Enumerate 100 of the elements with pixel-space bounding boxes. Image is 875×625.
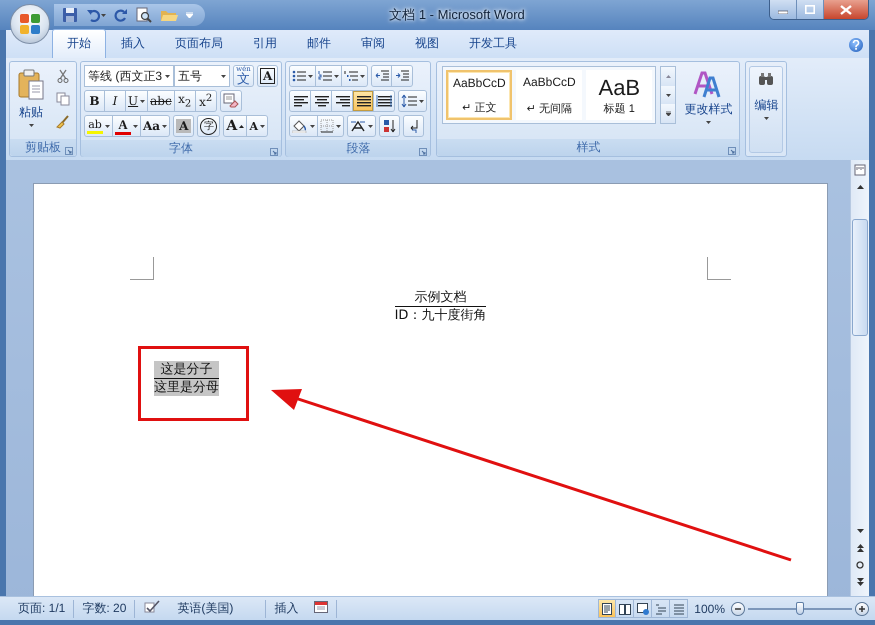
insert-mode-label[interactable]: 插入 (266, 600, 306, 617)
bullets-button[interactable] (289, 65, 316, 87)
draft-view-button[interactable] (670, 599, 688, 618)
caret-icon (368, 124, 374, 128)
scroll-thumb[interactable] (852, 219, 868, 336)
align-right-button[interactable] (332, 90, 354, 112)
character-border-button[interactable]: A (257, 65, 278, 87)
paste-button[interactable]: 粘贴 (13, 65, 49, 136)
close-icon (840, 4, 852, 14)
caret-icon (334, 74, 340, 78)
align-left-button[interactable] (289, 90, 312, 112)
font-name-field[interactable]: 等线 (西文正3 (84, 65, 174, 87)
subscript-button[interactable]: x$_{2}$ (174, 90, 196, 112)
caret-icon (162, 124, 168, 128)
multilevel-list-button[interactable] (342, 65, 368, 87)
web-layout-button[interactable] (634, 599, 652, 618)
increase-indent-button[interactable] (392, 65, 414, 87)
window-title: 文档 1 - Microsoft Word (388, 6, 526, 24)
caret-icon (221, 74, 226, 78)
zoom-out-button[interactable] (731, 602, 745, 616)
asian-layout-button[interactable] (347, 115, 376, 137)
superscript-button[interactable]: x$^{2}$ (196, 90, 217, 112)
clear-formatting-button[interactable] (220, 90, 242, 112)
paintbrush-icon (56, 115, 70, 129)
shrink-font-button[interactable]: A (247, 115, 268, 137)
double-up-icon (856, 544, 864, 552)
ribbon-tab[interactable]: 开发工具 (454, 29, 532, 58)
binoculars-icon (758, 72, 774, 86)
show-marks-button[interactable] (403, 115, 424, 137)
language-label[interactable]: 英语(美国) (169, 600, 266, 617)
justify-button[interactable] (353, 90, 374, 112)
circle-icon (856, 560, 864, 568)
underline-button[interactable]: U (126, 90, 148, 112)
font-color-button[interactable]: A (113, 115, 141, 137)
zoom-in-button[interactable] (855, 602, 869, 616)
gallery-more-button[interactable] (661, 104, 676, 124)
caret-icon (101, 14, 106, 16)
align-center-button[interactable] (311, 90, 332, 112)
scissors-icon (56, 69, 70, 83)
minimize-button[interactable] (770, 0, 797, 19)
maximize-icon (805, 5, 815, 14)
strikethrough-button[interactable]: abc (148, 90, 175, 112)
highlight-button[interactable]: ab (84, 115, 113, 137)
help-button[interactable] (849, 38, 863, 52)
group-label: 段落 (346, 140, 370, 157)
outline-view-button[interactable] (652, 599, 670, 618)
ribbon-tab[interactable]: 邮件 (292, 29, 346, 58)
crop-mark-icon (707, 257, 731, 280)
multilevel-list-icon (344, 70, 358, 82)
reading-view-button[interactable] (616, 599, 634, 618)
print-preview-button[interactable] (134, 5, 154, 25)
style-item[interactable]: AaB 标题 1 (586, 70, 652, 120)
ribbon-tab[interactable]: 引用 (238, 29, 292, 58)
ribbon-tab[interactable]: 视图 (400, 29, 454, 58)
numbering-button[interactable] (316, 65, 342, 87)
line-spacing-button[interactable] (398, 90, 428, 112)
change-case-button[interactable]: Aa (141, 115, 170, 137)
style-item[interactable]: AaBbCcD ↵ 无间隔 (516, 70, 582, 120)
zoom-slider[interactable] (748, 600, 852, 616)
italic-button[interactable]: I (105, 90, 126, 112)
save-button[interactable] (60, 5, 80, 25)
dialog-launcher-icon (270, 148, 278, 156)
caret-icon (308, 74, 314, 78)
close-button[interactable] (824, 0, 868, 19)
globe-page-icon (636, 602, 649, 614)
macro-icon (314, 601, 328, 613)
character-shading-button[interactable]: A (173, 115, 194, 137)
copy-icon (56, 92, 70, 106)
gallery-down-button[interactable] (661, 86, 676, 104)
ribbon-tab[interactable]: 插入 (106, 29, 160, 58)
change-styles-button[interactable]: 更改样式 (680, 66, 736, 139)
maximize-button[interactable] (797, 0, 824, 19)
print-layout-button[interactable] (598, 599, 616, 618)
up-caret-icon (666, 74, 671, 78)
font-size-field[interactable]: 五号 (174, 65, 230, 87)
proofing-icon (143, 600, 162, 614)
sort-button[interactable] (379, 115, 400, 137)
enclose-character-button[interactable]: 字 (197, 115, 220, 137)
group-label: 字体 (169, 140, 194, 157)
caret-icon (666, 94, 671, 96)
letters-a-icon (693, 70, 724, 98)
distributed-button[interactable] (374, 90, 396, 112)
shading-button[interactable] (289, 115, 318, 137)
borders-button[interactable] (318, 115, 344, 137)
paint-bucket-icon (292, 119, 308, 133)
ribbon-tab[interactable]: 页面布局 (160, 29, 238, 58)
caret-icon (706, 121, 711, 124)
editing-button[interactable]: 编辑 (749, 66, 784, 153)
slider-thumb[interactable] (796, 602, 804, 614)
grow-font-button[interactable]: A (223, 115, 248, 137)
bold-button[interactable]: B (84, 90, 105, 112)
decrease-indent-button[interactable] (371, 65, 392, 87)
crop-mark-icon (130, 257, 154, 280)
ribbon-tab[interactable]: 审阅 (346, 29, 400, 58)
style-item[interactable]: AaBbCcD ↵ 正文 (446, 70, 512, 120)
caret-icon (140, 100, 146, 102)
ribbon-tab[interactable]: 开始 (52, 29, 106, 58)
zoom-level[interactable]: 100% (688, 602, 731, 616)
align-lines-icon (334, 94, 350, 108)
sort-icon (382, 119, 397, 133)
